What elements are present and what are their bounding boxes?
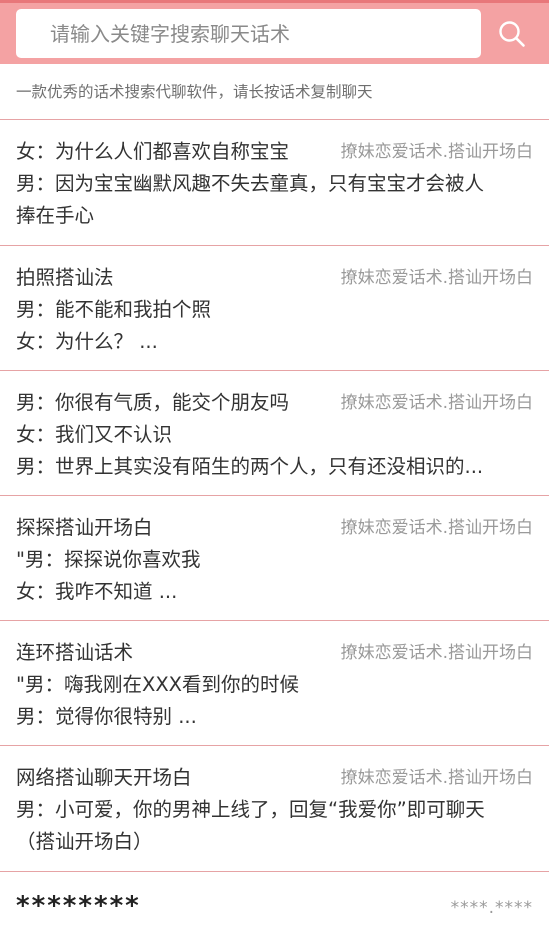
item-line: （搭讪开场白） (16, 830, 153, 853)
item-line: 男：世界上其实没有陌生的两个人，只有还没相识的... (16, 455, 484, 478)
list-item[interactable]: 女：为什么人们都喜欢自称宝宝 男：因为宝宝幽默风趣不失去童真，只有宝宝才会被人 … (0, 120, 549, 246)
item-line: 男：觉得你很特别 ... (16, 705, 197, 728)
item-line: 捧在手心 (16, 204, 95, 227)
item-line: 男：能不能和我拍个照 (16, 298, 212, 321)
masked-category-tag: ****.**** (450, 898, 533, 918)
search-icon (499, 20, 525, 47)
list-item[interactable]: 男：你很有气质，能交个朋友吗 女：我们又不认识 男：世界上其实没有陌生的两个人，… (0, 371, 549, 496)
list-item[interactable]: ******** ****.**** (0, 872, 549, 932)
search-box[interactable] (16, 9, 481, 58)
list-item[interactable]: 探探搭讪开场白 "男：探探说你喜欢我 女：我咋不知道 ... 撩妹恋爱话术.搭讪… (0, 496, 549, 621)
item-line: 男：因为宝宝幽默风趣不失去童真，只有宝宝才会被人 (16, 172, 485, 195)
item-line: "男：嗨我刚在XXX看到你的时候 (16, 673, 300, 696)
category-tag: 撩妹恋爱话术.搭讪开场白 (340, 393, 533, 413)
item-line: "男：探探说你喜欢我 (16, 548, 201, 571)
tagline: 一款优秀的话术搜索代聊软件，请长按话术复制聊天 (0, 64, 549, 120)
category-tag: 撩妹恋爱话术.搭讪开场白 (340, 768, 533, 788)
category-tag: 撩妹恋爱话术.搭讪开场白 (340, 268, 533, 288)
category-tag: 撩妹恋爱话术.搭讪开场白 (340, 142, 533, 162)
script-list: 女：为什么人们都喜欢自称宝宝 男：因为宝宝幽默风趣不失去童真，只有宝宝才会被人 … (0, 120, 549, 932)
item-line: 女：我咋不知道 ... (16, 580, 178, 603)
list-item[interactable]: 拍照搭讪法 男：能不能和我拍个照 女：为什么？ ... 撩妹恋爱话术.搭讪开场白 (0, 246, 549, 371)
item-line: 女：为什么？ ... (16, 330, 158, 353)
item-line: 女：我们又不认识 (16, 423, 173, 446)
search-input[interactable] (48, 20, 481, 47)
search-button[interactable] (488, 9, 536, 58)
list-item[interactable]: 连环搭讪话术 "男：嗨我刚在XXX看到你的时候 男：觉得你很特别 ... 撩妹恋… (0, 621, 549, 746)
list-item[interactable]: 网络搭讪聊天开场白 男：小可爱，你的男神上线了，回复“我爱你”即可聊天 （搭讪开… (0, 746, 549, 872)
category-tag: 撩妹恋爱话术.搭讪开场白 (340, 643, 533, 663)
item-line: 男：小可爱，你的男神上线了，回复“我爱你”即可聊天 (16, 798, 485, 821)
header-bar (0, 0, 549, 64)
category-tag: 撩妹恋爱话术.搭讪开场白 (340, 518, 533, 538)
